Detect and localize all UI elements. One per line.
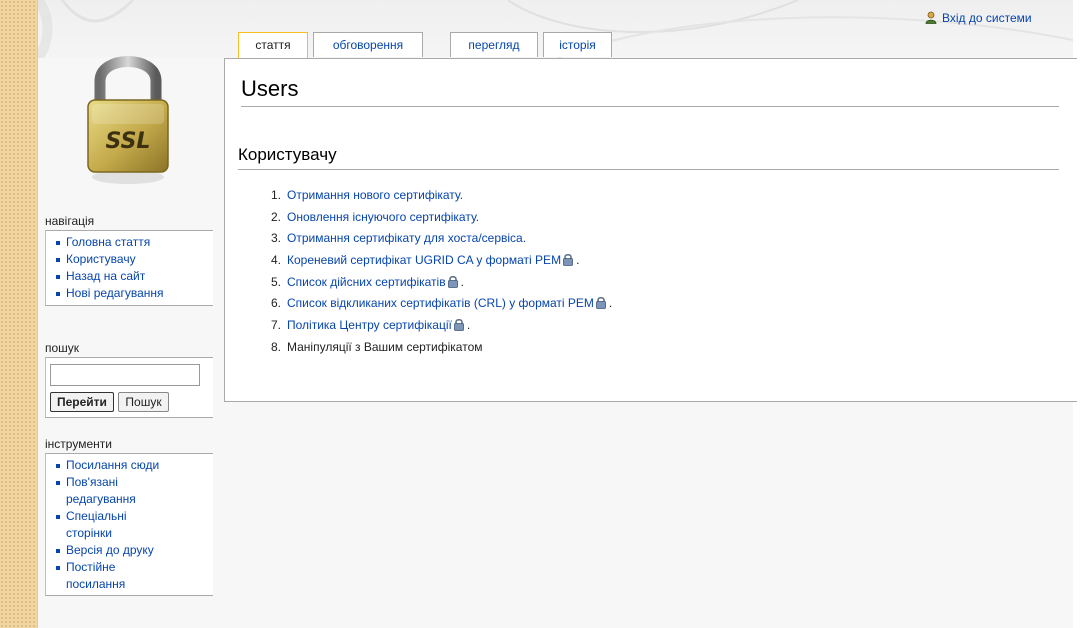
- list-link[interactable]: Отримання нового сертифікату.: [287, 188, 463, 202]
- list-item-number: 5.: [270, 274, 281, 289]
- sidebar-item-what-links-here: Посилання сюди: [54, 457, 169, 474]
- tab-history[interactable]: історія: [543, 32, 612, 57]
- search-title: пошук: [45, 341, 80, 355]
- list-link[interactable]: Список дійсних сертифікатів: [287, 275, 446, 289]
- site-logo[interactable]: SSL: [78, 45, 178, 190]
- tab-discussion[interactable]: обговорення: [313, 32, 423, 57]
- tab-article-label: стаття: [255, 38, 291, 52]
- search-button[interactable]: Пошук: [118, 392, 169, 412]
- login-link[interactable]: Вхід до системи: [925, 11, 1032, 27]
- list-item-number: 1.: [270, 188, 281, 202]
- logo-text: SSL: [105, 129, 151, 154]
- sidebar-item-permanent-link: Постійне посилання: [54, 559, 169, 593]
- list-item: 4. Кореневий сертифікат UGRID CA у формат…: [255, 250, 612, 272]
- list-item-suffix: .: [608, 296, 613, 311]
- list-link[interactable]: Список відкликаних сертифікатів (CRL) у …: [287, 296, 594, 310]
- list-item-number: 3.: [270, 231, 281, 246]
- user-links-list: 1. Отримання нового сертифікату. 2. Оновле…: [255, 185, 612, 359]
- sidebar-item-back-to-site: Назад на сайт: [54, 268, 209, 285]
- list-item: 3. Отримання сертифікату для хоста/сервіс…: [255, 228, 612, 250]
- list-item-number: 2.: [270, 209, 281, 224]
- go-button[interactable]: Перейти: [50, 392, 114, 412]
- user-icon: [925, 11, 937, 27]
- list-item-suffix: .: [576, 253, 580, 268]
- list-item: 8. Маніпуляції з Вашим сертифікатом: [255, 337, 612, 359]
- login-label: Вхід до системи: [942, 11, 1032, 26]
- tab-history-label: історія: [559, 38, 596, 52]
- sidebar-link[interactable]: Нові редагування: [66, 286, 164, 300]
- sidebar-item-main-page: Головна стаття: [54, 234, 209, 251]
- sidebar-link[interactable]: Назад на сайт: [66, 269, 145, 283]
- sidebar-link[interactable]: Головна стаття: [66, 235, 150, 249]
- list-item-number: 4.: [270, 253, 281, 268]
- navigation-body: Головна стаття Користувачу Назад на сайт…: [45, 230, 213, 306]
- lock-icon: [595, 295, 607, 317]
- tools-body: Посилання сюди Пов'язані редагування Спе…: [45, 453, 213, 596]
- list-item: 1. Отримання нового сертифікату.: [255, 185, 612, 207]
- list-link[interactable]: Маніпуляції з Вашим сертифікатом: [287, 340, 483, 354]
- sidebar-link[interactable]: Версія до друку: [66, 543, 154, 557]
- list-item-suffix: .: [460, 274, 464, 289]
- sidebar-item-user: Користувачу: [54, 251, 209, 268]
- lock-icon: [562, 252, 574, 274]
- content-area: Users Користувачу 1. Отримання нового сер…: [224, 58, 1077, 402]
- tab-article[interactable]: стаття: [238, 32, 308, 59]
- sidebar-item-recent-changes: Нові редагування: [54, 285, 209, 302]
- tab-view-label: перегляд: [468, 38, 520, 52]
- search-body: Перейти Пошук: [45, 357, 213, 418]
- tab-view[interactable]: перегляд: [450, 32, 538, 57]
- lock-icon: [447, 274, 459, 296]
- sidebar-link[interactable]: Постійне посилання: [66, 560, 125, 591]
- list-item-number: 8.: [270, 339, 281, 354]
- sidebar-item-special-pages: Спеціальні сторінки: [54, 508, 169, 542]
- list-link[interactable]: Політика Центру сертифікації: [287, 318, 452, 332]
- list-item-number: 7.: [270, 318, 281, 333]
- navigation-portlet: навігація Головна стаття Користувачу Наз…: [45, 213, 213, 306]
- decorative-left-strip: [0, 0, 38, 628]
- tools-title: інструменти: [45, 437, 112, 451]
- list-item-number: 6.: [270, 296, 281, 311]
- list-link[interactable]: Оновлення існуючого сертифікату.: [287, 210, 479, 224]
- navigation-title: навігація: [45, 214, 95, 228]
- sidebar-item-printable-version: Версія до друку: [54, 542, 169, 559]
- list-item: 2. Оновлення існуючого сертифікату.: [255, 207, 612, 229]
- list-item: 6. Список відкликаних сертифікатів (CRL) …: [255, 293, 612, 315]
- tools-portlet: інструменти Посилання сюди Пов'язані ред…: [45, 436, 213, 596]
- list-item: 7. Політика Центру сертифікації.: [255, 315, 612, 337]
- sidebar-item-related-changes: Пов'язані редагування: [54, 474, 169, 508]
- list-item: 5. Список дійсних сертифікатів.: [255, 272, 612, 294]
- list-link[interactable]: Отримання сертифікату для хоста/сервіса.: [287, 231, 526, 245]
- search-input[interactable]: [50, 364, 200, 386]
- sidebar-link[interactable]: Спеціальні сторінки: [66, 509, 127, 540]
- tab-discussion-label: обговорення: [332, 38, 404, 52]
- sidebar-link[interactable]: Користувачу: [66, 252, 136, 266]
- sidebar-link[interactable]: Пов'язані редагування: [66, 475, 136, 506]
- sidebar-link[interactable]: Посилання сюди: [66, 458, 159, 472]
- list-item-suffix: .: [466, 318, 471, 333]
- search-portlet: пошук Перейти Пошук: [45, 340, 213, 418]
- section-heading: Користувачу: [238, 143, 1059, 170]
- lock-icon: [453, 317, 465, 339]
- list-link[interactable]: Кореневий сертифікат UGRID CA у форматі …: [287, 253, 561, 267]
- page-title: Users: [241, 75, 1059, 107]
